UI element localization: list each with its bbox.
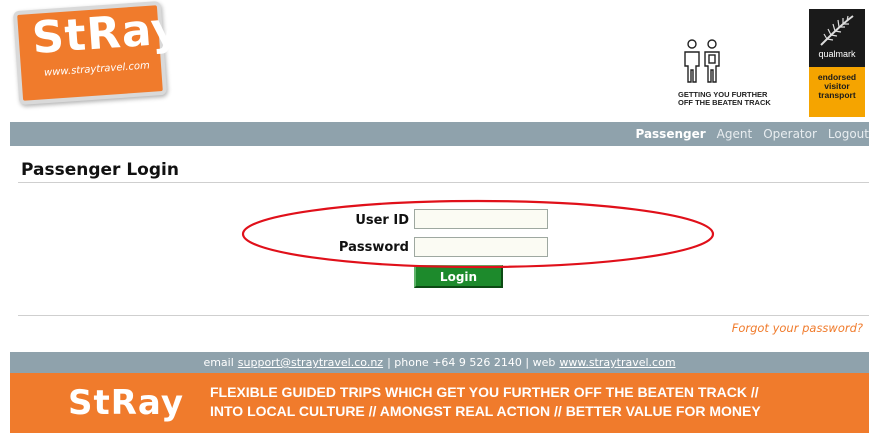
nav-items: Passenger Agent Operator Logout [624,122,869,146]
qualmark-line-3: transport [818,90,856,100]
stray-logo[interactable]: StRay www.straytravel.com [10,0,182,108]
footer-phone: | phone +64 9 526 2140 | web [387,356,556,369]
people-icon [684,39,720,83]
footer-slogan-line-2: INTO LOCAL CULTURE // AMONGST REAL ACTIO… [210,403,761,419]
footer-email-prefix: email [203,356,234,369]
footer-slogan-line-1: FLEXIBLE GUIDED TRIPS WHICH GET YOU FURT… [210,384,759,400]
tagline-line-2: OFF THE BEATEN TRACK [678,98,771,107]
nav-item-agent[interactable]: Agent [717,127,753,141]
title-divider [18,182,869,183]
qualmark-badge: qualmark endorsed visitor transport [809,9,865,117]
tagline: GETTING YOU FURTHER OFF THE BEATEN TRACK [678,91,771,107]
password-input[interactable] [414,237,548,257]
password-label: Password [338,240,409,255]
userid-label: User ID [355,213,409,228]
tagline-block: GETTING YOU FURTHER OFF THE BEATEN TRACK [676,38,796,118]
logo-text: StRay [30,2,183,65]
footer-banner: StRay FLEXIBLE GUIDED TRIPS WHICH GET YO… [10,373,869,433]
nav-item-operator[interactable]: Operator [763,127,817,141]
nav-item-passenger[interactable]: Passenger [635,127,705,141]
form-divider [18,315,869,316]
forgot-password-link[interactable]: Forgot your password? [732,321,863,335]
nav-bar: Passenger Agent Operator Logout [10,122,869,146]
qualmark-label: qualmark [818,49,856,59]
footer-slogan: FLEXIBLE GUIDED TRIPS WHICH GET YOU FURT… [210,383,761,421]
login-button[interactable]: Login [414,265,503,288]
qualmark-endorsement: endorsed visitor transport [809,67,865,117]
footer-logo: StRay [68,383,184,423]
footer-contact-bar: email support@straytravel.co.nz | phone … [10,352,869,373]
fern-icon [820,15,854,46]
footer-email-link[interactable]: support@straytravel.co.nz [238,356,383,369]
footer-web-link[interactable]: www.straytravel.com [559,356,675,369]
userid-input[interactable] [414,209,548,229]
page-title: Passenger Login [21,160,179,180]
nav-item-logout[interactable]: Logout [828,127,869,141]
